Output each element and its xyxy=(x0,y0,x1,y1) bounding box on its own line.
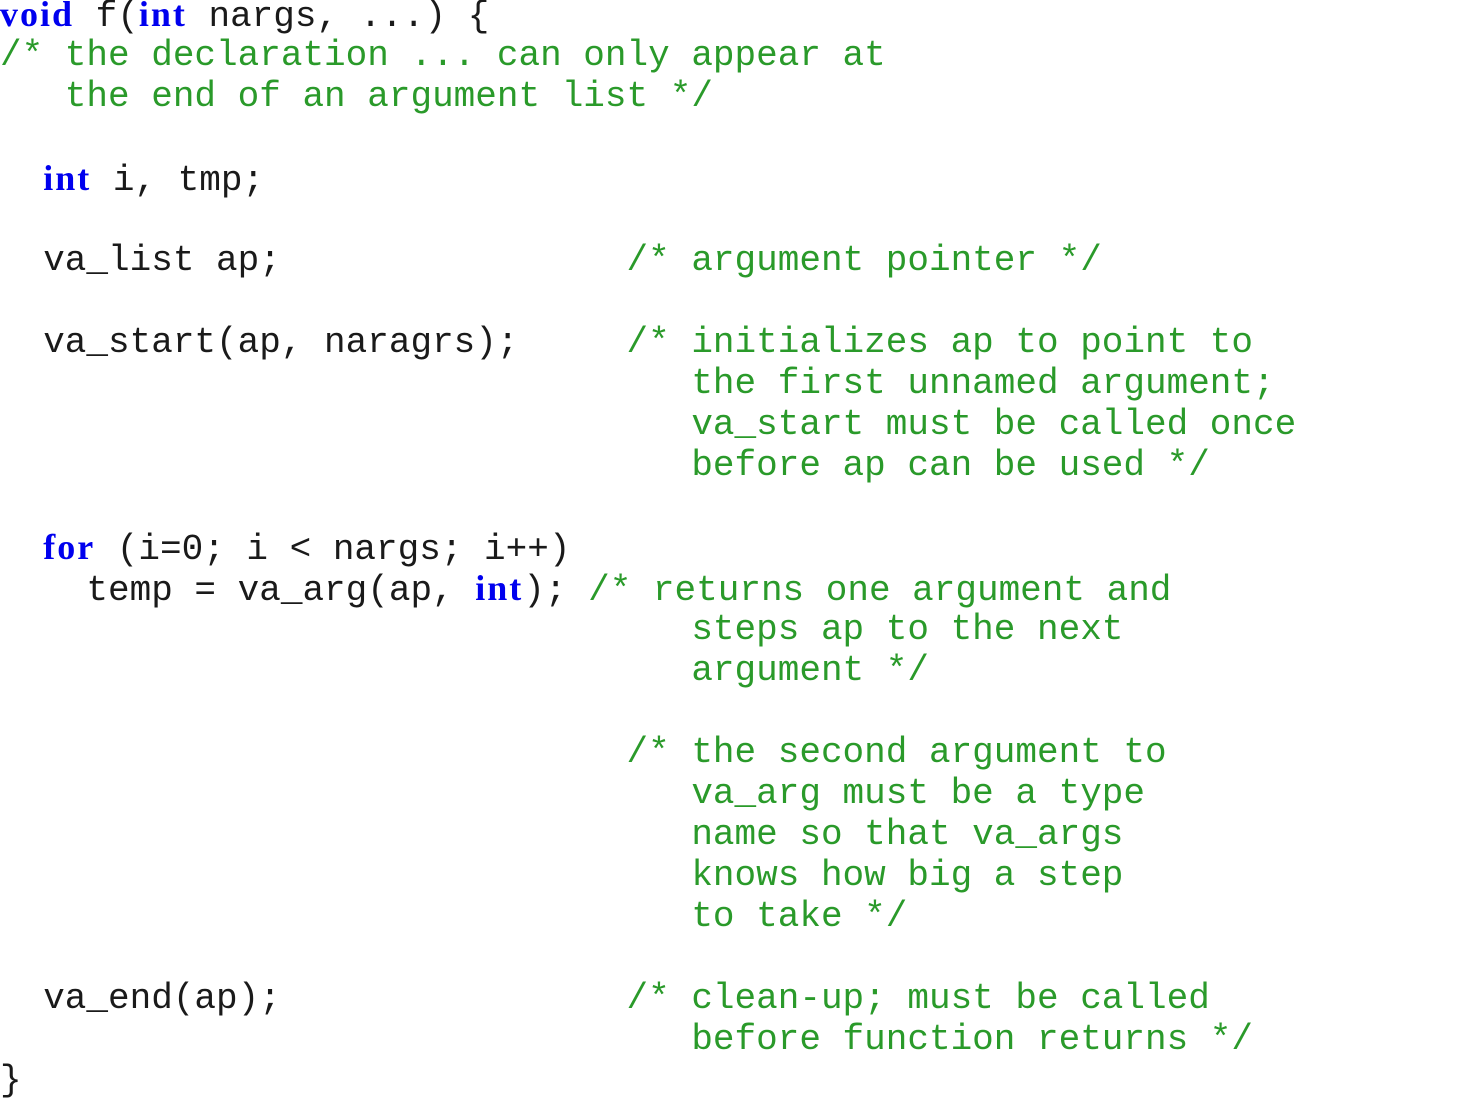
comment: /* argument pointer */ xyxy=(626,240,1102,281)
code-line: knows how big a step xyxy=(0,855,1296,896)
code-text: va_end(ap); xyxy=(0,978,627,1019)
comment: name so that va_args xyxy=(626,814,1124,855)
comment: steps ap to the next xyxy=(626,609,1124,650)
comment: /* the second argument to xyxy=(626,732,1167,773)
code-line: va_end(ap); /* clean-up; must be called xyxy=(0,978,1296,1019)
code-listing: void f(int nargs, ...) {/* the declarati… xyxy=(0,0,1296,1101)
comment: /* initializes ap to point to xyxy=(626,322,1254,363)
code-line: for (i=0; i < nargs; i++) xyxy=(0,527,1296,570)
comment: /* the declaration ... can only appear a… xyxy=(0,35,886,76)
keyword: for xyxy=(43,527,96,567)
code-text: temp = va_arg(ap, xyxy=(0,570,476,611)
comment: before function returns */ xyxy=(626,1019,1254,1060)
keyword: int xyxy=(43,158,92,198)
code-line: va_arg must be a type xyxy=(0,773,1296,814)
code-text: (i=0; i < nargs; i++) xyxy=(95,529,571,570)
code-line: va_start must be called once xyxy=(0,404,1296,445)
code-line: argument */ xyxy=(0,650,1296,691)
code-line: /* the second argument to xyxy=(0,732,1296,773)
code-line: /* the declaration ... can only appear a… xyxy=(0,35,1296,76)
code-line: steps ap to the next xyxy=(0,609,1296,650)
code-line: the end of an argument list */ xyxy=(0,76,1296,117)
code-line: before ap can be used */ xyxy=(0,445,1296,486)
code-text: nargs, ...) { xyxy=(186,0,490,37)
code-text: va_start(ap, naragrs); xyxy=(0,322,627,363)
code-line: void f(int nargs, ...) { xyxy=(0,0,1296,37)
code-text: i, tmp; xyxy=(91,160,265,201)
keyword: int xyxy=(138,0,187,34)
keyword: void xyxy=(0,0,75,34)
comment: to take */ xyxy=(626,896,908,937)
code-line: name so that va_args xyxy=(0,814,1296,855)
code-line: to take */ xyxy=(0,896,1296,937)
code-line: before function returns */ xyxy=(0,1019,1296,1060)
code-line: va_start(ap, naragrs); /* initializes ap… xyxy=(0,322,1296,363)
code-line: the first unnamed argument; xyxy=(0,363,1296,404)
code-line: temp = va_arg(ap, int); /* returns one a… xyxy=(0,568,1296,611)
code-text: f( xyxy=(74,0,139,37)
comment: va_start must be called once xyxy=(626,404,1297,445)
comment: /* clean-up; must be called xyxy=(626,978,1210,1019)
code-line: } xyxy=(0,1060,1296,1101)
code-text: } xyxy=(0,1060,22,1101)
code-text: va_list ap; xyxy=(0,240,627,281)
comment: the end of an argument list */ xyxy=(0,76,713,117)
code-line: int i, tmp; xyxy=(0,158,1296,201)
code-text: ); xyxy=(523,570,589,611)
comment: knows how big a step xyxy=(626,855,1124,896)
comment: before ap can be used */ xyxy=(626,445,1210,486)
comment: va_arg must be a type xyxy=(626,773,1145,814)
comment: argument */ xyxy=(626,650,929,691)
code-line: va_list ap; /* argument pointer */ xyxy=(0,240,1296,281)
comment: the first unnamed argument; xyxy=(626,363,1275,404)
comment: /* returns one argument and xyxy=(588,570,1172,611)
keyword: int xyxy=(475,568,524,608)
